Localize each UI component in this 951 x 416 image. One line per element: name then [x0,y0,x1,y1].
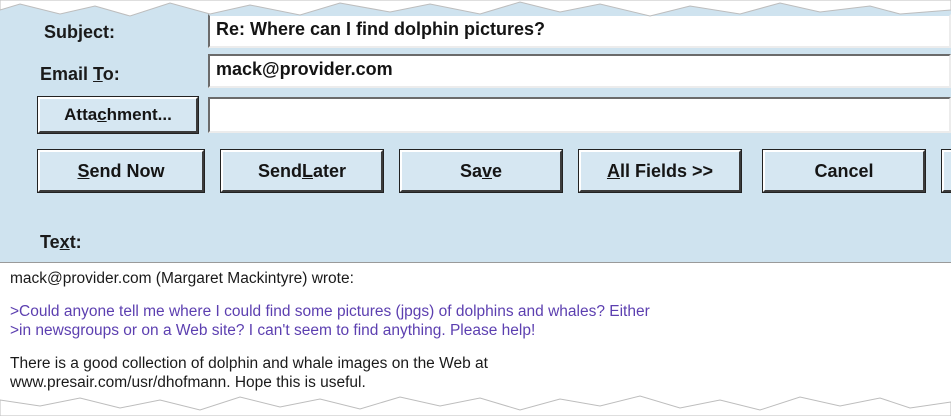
attachment-input[interactable] [208,97,951,133]
all-fields-button[interactable]: All Fields >> [578,149,742,193]
cancel-button[interactable]: Cancel [762,149,926,193]
message-body[interactable]: mack@provider.com (Margaret Mackintyre) … [0,262,951,416]
email-to-value: mack@provider.com [216,59,393,79]
compose-form: Subject: Re: Where can I find dolphin pi… [0,0,951,262]
subject-value: Re: Where can I find dolphin pictures? [216,19,546,39]
attachment-button[interactable]: Atta c hment... [37,96,199,134]
subject-input[interactable]: Re: Where can I find dolphin pictures? [208,14,951,48]
send-later-button[interactable]: Send Later [220,149,384,193]
message-header-line: mack@provider.com (Margaret Mackintyre) … [10,270,354,287]
quoted-line: >Could anyone tell me where I could find… [10,303,650,320]
quoted-line: >in newsgroups or on a Web site? I can't… [10,322,536,339]
reply-line: There is a good collection of dolphin an… [10,355,488,372]
partial-button[interactable] [941,149,951,193]
email-to-input[interactable]: mack@provider.com [208,54,951,88]
send-now-button[interactable]: Send Now [37,149,205,193]
reply-line: www.presair.com/usr/dhofmann. Hope this … [10,374,366,391]
text-label: Text: [40,232,82,252]
save-button[interactable]: Sa v e [399,149,563,193]
subject-label: Subject: [44,22,116,42]
email-to-label: Email To: [40,64,120,84]
